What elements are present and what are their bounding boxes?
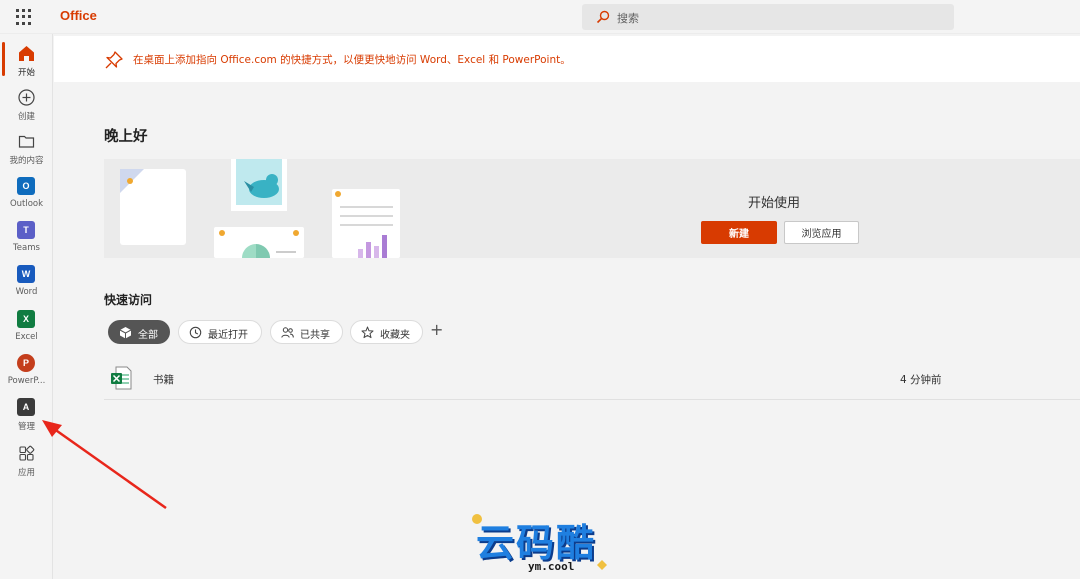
filter-label: 收藏夹: [380, 330, 410, 341]
hero-illustration: [120, 159, 400, 258]
search-box[interactable]: 搜索: [582, 4, 954, 30]
apps-icon: [19, 445, 35, 461]
add-filter-button[interactable]: +: [430, 320, 446, 340]
rail-item-label: 开始: [17, 68, 35, 78]
clock-icon: [189, 326, 202, 339]
admin-icon: A: [17, 398, 35, 416]
hero-title: 开始使用: [748, 196, 801, 211]
annotation-arrow: [42, 420, 167, 510]
outlook-icon: O: [17, 177, 35, 195]
folder-icon: [18, 135, 35, 148]
word-icon: W: [17, 265, 35, 283]
file-modified-time: 4 分钟前: [900, 374, 942, 386]
rail-item-label: Teams: [13, 243, 40, 253]
banner-text[interactable]: 在桌面上添加指向 Office.com 的快捷方式，以便更快地访问 Word、E…: [133, 52, 571, 67]
rail-item-my-content[interactable]: 我的内容: [0, 126, 53, 170]
filter-label: 全部: [138, 330, 158, 341]
watermark-subtitle: ym.cool: [528, 560, 575, 573]
filter-favorites[interactable]: 收藏夹: [350, 320, 423, 344]
rail-item-label: 我的内容: [9, 156, 44, 166]
new-button[interactable]: 新建: [701, 221, 777, 244]
file-row[interactable]: 书籍 4 分钟前: [104, 362, 1080, 400]
rail-item-label: Excel: [15, 332, 38, 342]
getting-started-hero: 开始使用 新建 浏览应用: [104, 159, 1080, 258]
rail-item-home[interactable]: 开始: [0, 38, 53, 82]
powerpoint-icon: P: [17, 354, 35, 372]
search-input[interactable]: 搜索: [617, 10, 639, 26]
quick-access-title: 快速访问: [104, 293, 153, 307]
rail-item-label: Outlook: [9, 199, 44, 209]
filter-recent[interactable]: 最近打开: [178, 320, 262, 344]
office-brand[interactable]: Office: [60, 8, 97, 23]
add-circle-icon: [18, 89, 35, 106]
rail-item-label: Word: [15, 287, 38, 297]
excel-file-icon: [111, 366, 132, 390]
home-icon: [19, 46, 34, 61]
search-icon: [596, 10, 610, 24]
file-name[interactable]: 书籍: [153, 372, 174, 387]
excel-icon: X: [17, 310, 35, 328]
rail-item-label: PowerP...: [7, 376, 46, 386]
rail-item-create[interactable]: 创建: [0, 82, 53, 126]
teams-icon: T: [17, 221, 35, 239]
greeting: 晚上好: [104, 129, 148, 145]
watermark-logo: 云码酷 ym.cool: [466, 508, 616, 576]
cube-icon: [119, 327, 132, 339]
rail-item-label: 创建: [17, 112, 35, 122]
rail-item-powerpoint[interactable]: P PowerP...: [0, 348, 53, 392]
rail-item-teams[interactable]: T Teams: [0, 215, 53, 259]
people-icon: [281, 327, 294, 338]
top-bar: Office 搜索: [0, 0, 1080, 34]
star-icon: [361, 326, 374, 339]
browse-apps-button[interactable]: 浏览应用: [784, 221, 859, 244]
rail-item-outlook[interactable]: O Outlook: [0, 171, 53, 215]
rail-item-word[interactable]: W Word: [0, 259, 53, 303]
app-launcher-icon[interactable]: [16, 9, 32, 25]
pin-icon: [105, 51, 123, 69]
filter-shared[interactable]: 已共享: [270, 320, 343, 344]
filter-all[interactable]: 全部: [108, 320, 170, 344]
rail-item-excel[interactable]: X Excel: [0, 304, 53, 348]
filter-label: 最近打开: [208, 330, 248, 341]
shortcut-banner: 在桌面上添加指向 Office.com 的快捷方式，以便更快地访问 Word、E…: [54, 36, 1080, 82]
filter-label: 已共享: [300, 330, 330, 341]
watermark-title: 云码酷: [476, 521, 597, 565]
